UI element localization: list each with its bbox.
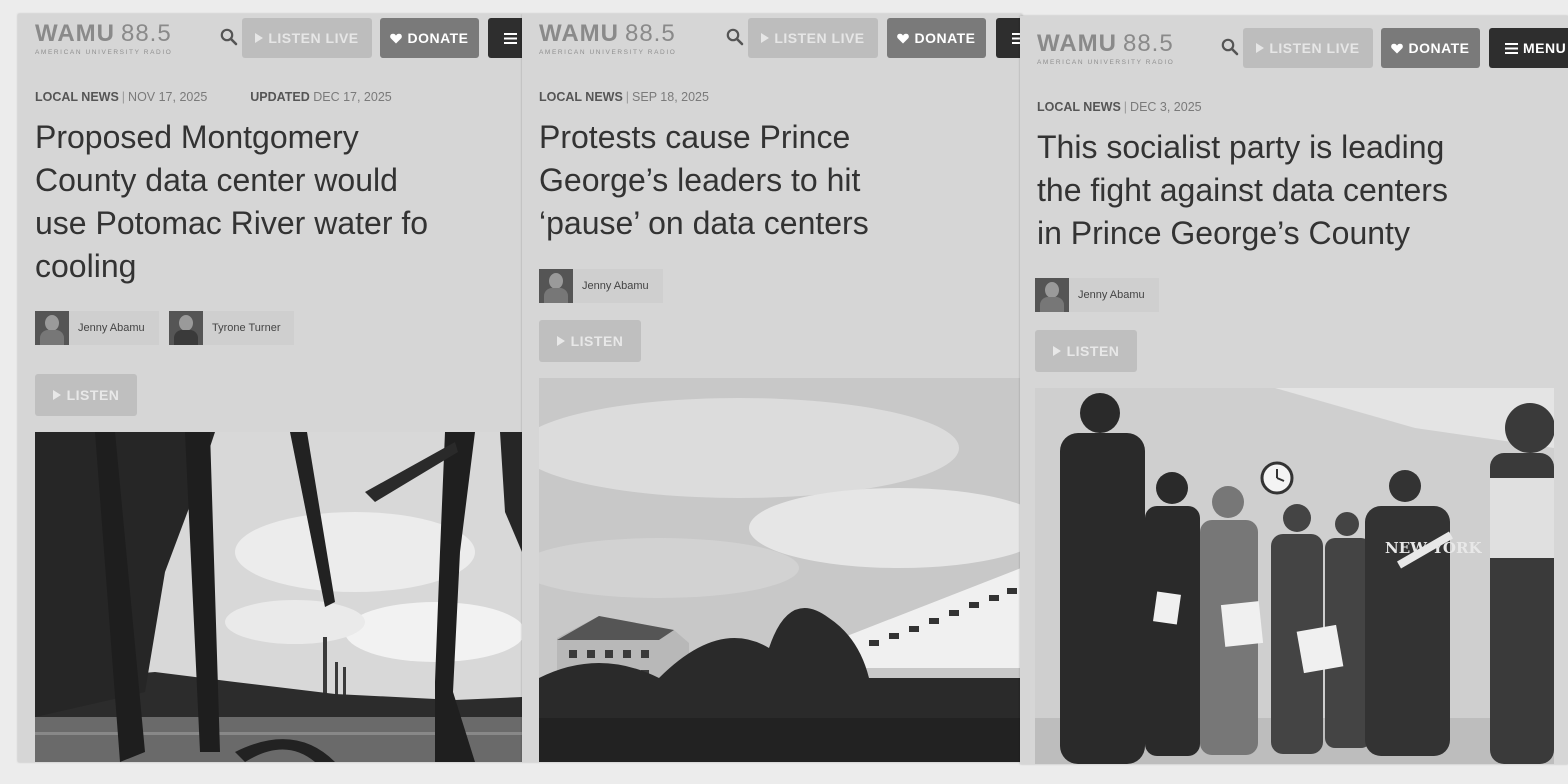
headline-line: use Potomac River water fo: [35, 205, 429, 241]
headline-line: ‘pause’ on data centers: [539, 205, 869, 241]
play-icon: [1052, 346, 1061, 356]
section-label[interactable]: LOCAL NEWS: [35, 90, 119, 104]
headline-line: County data center would: [35, 162, 398, 198]
play-icon: [52, 390, 61, 400]
article-headline: This socialist party is leading the figh…: [1037, 126, 1448, 255]
logo-tagline: AMERICAN UNIVERSITY RADIO: [539, 49, 677, 56]
author-name: Jenny Abamu: [78, 322, 145, 334]
hamburger-icon: [504, 32, 517, 44]
play-icon: [1256, 43, 1265, 53]
logo-tagline: AMERICAN UNIVERSITY RADIO: [35, 49, 173, 56]
hamburger-icon: [1505, 42, 1518, 54]
site-header: WAMU 88.5 AMERICAN UNIVERSITY RADIO LISTE…: [1020, 24, 1568, 74]
play-icon: [761, 33, 770, 43]
article-headline: Proposed Montgomery County data center w…: [35, 116, 428, 288]
listen-live-button[interactable]: LISTEN LIVE: [748, 18, 878, 58]
logo-frequency: 88.5: [624, 20, 676, 47]
logo-call-letters: WAMU: [35, 20, 115, 47]
headline-line: George’s leaders to hit: [539, 162, 861, 198]
donate-label: DONATE: [1408, 40, 1470, 56]
search-icon[interactable]: [220, 28, 238, 46]
logo-call-letters: WAMU: [539, 20, 619, 47]
publish-date: DEC 3, 2025: [1130, 100, 1202, 114]
section-label[interactable]: LOCAL NEWS: [539, 90, 623, 104]
menu-button[interactable]: [488, 18, 522, 58]
listen-label: LISTEN: [66, 387, 120, 403]
heart-icon: [1391, 43, 1404, 53]
headline-line: Proposed Montgomery: [35, 119, 359, 155]
article-panel-1: WAMU 88.5 AMERICAN UNIVERSITY RADIO LISTE…: [18, 14, 522, 762]
avatar: [1035, 278, 1069, 312]
menu-button[interactable]: MENU: [1489, 28, 1568, 68]
listen-live-button[interactable]: LISTEN LIVE: [1243, 28, 1373, 68]
updated-date: DEC 17, 2025: [313, 90, 392, 104]
listen-live-button[interactable]: LISTEN LIVE: [242, 18, 372, 58]
article-headline: Protests cause Prince George’s leaders t…: [539, 116, 869, 245]
headline-line: in Prince George’s County: [1037, 215, 1410, 251]
listen-button[interactable]: LISTEN: [35, 374, 137, 416]
site-header: WAMU 88.5 AMERICAN UNIVERSITY RADIO LISTE…: [18, 14, 522, 64]
logo-frequency: 88.5: [1122, 30, 1174, 57]
section-label[interactable]: LOCAL NEWS: [1037, 100, 1121, 114]
heart-icon: [390, 33, 403, 43]
author-chip[interactable]: Tyrone Turner: [169, 311, 295, 345]
author-name: Jenny Abamu: [582, 280, 649, 292]
article-photo-group-meeting: NEW YORK: [1035, 388, 1554, 764]
wamu-logo[interactable]: WAMU 88.5 AMERICAN UNIVERSITY RADIO: [1037, 30, 1174, 66]
play-icon: [556, 336, 565, 346]
author-name: Jenny Abamu: [1078, 289, 1145, 301]
donate-label: DONATE: [914, 30, 976, 46]
article-panel-3: WAMU 88.5 AMERICAN UNIVERSITY RADIO LISTE…: [1020, 16, 1568, 764]
headline-line: Protests cause Prince: [539, 119, 851, 155]
donate-button[interactable]: DONATE: [1381, 28, 1480, 68]
article-panel-2: WAMU 88.5 AMERICAN UNIVERSITY RADIO LISTE…: [522, 14, 1022, 762]
article-meta: LOCAL NEWS | DEC 3, 2025: [1037, 100, 1202, 114]
article-meta: LOCAL NEWS | NOV 17, 2025 UPDATED DEC 17, …: [35, 90, 392, 104]
listen-label: LISTEN: [570, 333, 624, 349]
listen-label: LISTEN: [1066, 343, 1120, 359]
avatar: [169, 311, 203, 345]
author-name: Tyrone Turner: [212, 322, 281, 334]
avatar: [539, 269, 573, 303]
menu-label: MENU: [1523, 40, 1567, 56]
search-icon[interactable]: [726, 28, 744, 46]
headline-line: cooling: [35, 248, 137, 284]
author-chip[interactable]: Jenny Abamu: [539, 269, 663, 303]
headline-line: This socialist party is leading: [1037, 129, 1445, 165]
article-photo-data-center-site: [539, 378, 1021, 762]
logo-tagline: AMERICAN UNIVERSITY RADIO: [1037, 59, 1175, 66]
donate-button[interactable]: DONATE: [887, 18, 986, 58]
listen-live-label: LISTEN LIVE: [268, 30, 359, 46]
play-icon: [255, 33, 264, 43]
avatar: [35, 311, 69, 345]
logo-frequency: 88.5: [120, 20, 172, 47]
author-chip[interactable]: Jenny Abamu: [35, 311, 159, 345]
logo-call-letters: WAMU: [1037, 30, 1117, 57]
wamu-logo[interactable]: WAMU 88.5 AMERICAN UNIVERSITY RADIO: [539, 20, 676, 56]
listen-live-label: LISTEN LIVE: [1269, 40, 1360, 56]
listen-live-label: LISTEN LIVE: [774, 30, 865, 46]
site-header: WAMU 88.5 AMERICAN UNIVERSITY RADIO LISTE…: [522, 14, 1022, 64]
headline-line: the fight against data centers: [1037, 172, 1448, 208]
donate-label: DONATE: [407, 30, 469, 46]
listen-button[interactable]: LISTEN: [1035, 330, 1137, 372]
article-meta: LOCAL NEWS | SEP 18, 2025: [539, 90, 709, 104]
wamu-logo[interactable]: WAMU 88.5 AMERICAN UNIVERSITY RADIO: [35, 20, 172, 56]
donate-button[interactable]: DONATE: [380, 18, 479, 58]
article-photo-river-trees: [35, 432, 522, 762]
author-chip[interactable]: Jenny Abamu: [1035, 278, 1159, 312]
menu-button[interactable]: [996, 18, 1022, 58]
heart-icon: [897, 33, 910, 43]
publish-date: NOV 17, 2025: [128, 90, 208, 104]
listen-button[interactable]: LISTEN: [539, 320, 641, 362]
publish-date: SEP 18, 2025: [632, 90, 709, 104]
updated-label: UPDATED: [250, 90, 310, 104]
search-icon[interactable]: [1221, 38, 1239, 56]
